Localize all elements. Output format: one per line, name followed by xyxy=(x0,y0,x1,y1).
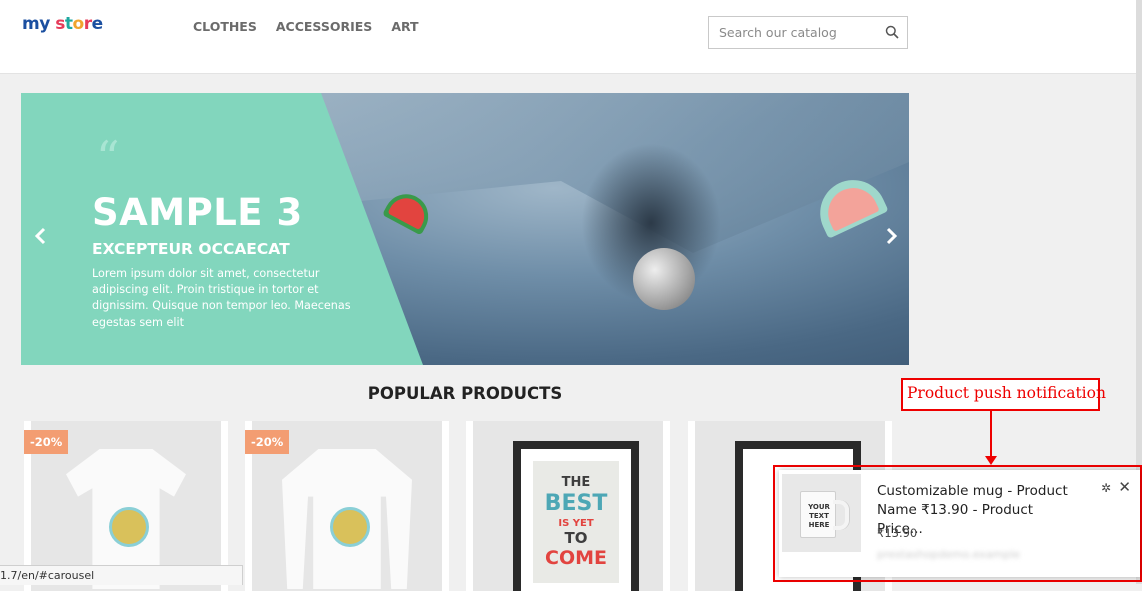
search-box xyxy=(708,16,908,49)
notification-thumbnail: YOUR TEXT HERE xyxy=(782,474,861,552)
nav-item-art[interactable]: ART xyxy=(391,19,418,34)
poster-text: COME xyxy=(545,547,607,569)
search-icon[interactable] xyxy=(885,25,899,39)
carousel-title: SAMPLE 3 xyxy=(92,191,303,234)
hummingbird-emblem xyxy=(330,507,370,547)
poster-text: BEST xyxy=(544,491,608,516)
main-nav: CLOTHES ACCESSORIES ART xyxy=(193,19,419,34)
quote-icon: “ xyxy=(96,131,120,185)
hero-carousel[interactable]: “ SAMPLE 3 EXCEPTEUR OCCAECAT Lorem ipsu… xyxy=(21,93,909,365)
logo-letter: y xyxy=(39,14,50,34)
poster-text: TO xyxy=(564,529,588,547)
chevron-right-icon xyxy=(886,227,898,245)
nav-item-accessories[interactable]: ACCESSORIES xyxy=(276,19,372,34)
logo-letter: t xyxy=(64,14,73,34)
annotation-label: Product push notification xyxy=(901,378,1106,411)
carousel-description: Lorem ipsum dolor sit amet, consectetur … xyxy=(92,267,351,329)
product-image[interactable]: THE BEST IS YET TO COME xyxy=(473,421,663,591)
annotation-arrow-head xyxy=(985,456,997,465)
logo-letter: o xyxy=(72,14,85,34)
product-card[interactable]: THE BEST IS YET TO COME xyxy=(466,421,670,591)
poster-frame: THE BEST IS YET TO COME xyxy=(513,441,639,591)
status-bar-url: 1.7/en/#carousel xyxy=(0,565,243,585)
annotation-label-text: Product push notification xyxy=(907,384,1106,402)
mug-text: YOUR TEXT HERE xyxy=(808,503,830,529)
mug-handle xyxy=(833,500,849,530)
carousel-prev-icon[interactable] xyxy=(33,226,49,252)
notification-source: prestashopdemo.example xyxy=(877,548,1021,561)
logo-letter: m xyxy=(22,14,40,34)
site-header: my store CLOTHES ACCESSORIES ART xyxy=(0,0,1136,74)
chevron-left-icon xyxy=(34,227,46,245)
nav-item-clothes[interactable]: CLOTHES xyxy=(193,19,257,34)
store-logo[interactable]: my store xyxy=(22,14,103,34)
notification-price: ₹13.90 xyxy=(877,526,918,540)
mug-image: YOUR TEXT HERE xyxy=(800,491,836,538)
poster-text: IS YET xyxy=(558,518,594,529)
push-notification[interactable]: YOUR TEXT HERE Customizable mug - Produc… xyxy=(779,470,1140,577)
close-icon[interactable]: ✕ xyxy=(1118,478,1131,496)
section-title: POPULAR PRODUCTS xyxy=(367,384,563,403)
logo-letter: s xyxy=(55,14,65,34)
discount-badge: -20% xyxy=(245,430,290,454)
logo-letter: e xyxy=(91,14,104,34)
hummingbird-emblem xyxy=(109,507,149,547)
jeans-button xyxy=(633,248,695,310)
poster-art: THE BEST IS YET TO COME xyxy=(533,461,619,583)
poster-text: THE xyxy=(561,475,591,490)
carousel-subtitle: EXCEPTEUR OCCAECAT xyxy=(92,240,290,258)
search-input[interactable] xyxy=(717,24,881,41)
logo-letter: r xyxy=(83,14,92,34)
discount-badge: -20% xyxy=(24,430,69,454)
carousel-next-icon[interactable] xyxy=(883,226,899,252)
gear-icon[interactable]: ✲ xyxy=(1101,481,1111,495)
annotation-arrow-line xyxy=(990,409,992,459)
